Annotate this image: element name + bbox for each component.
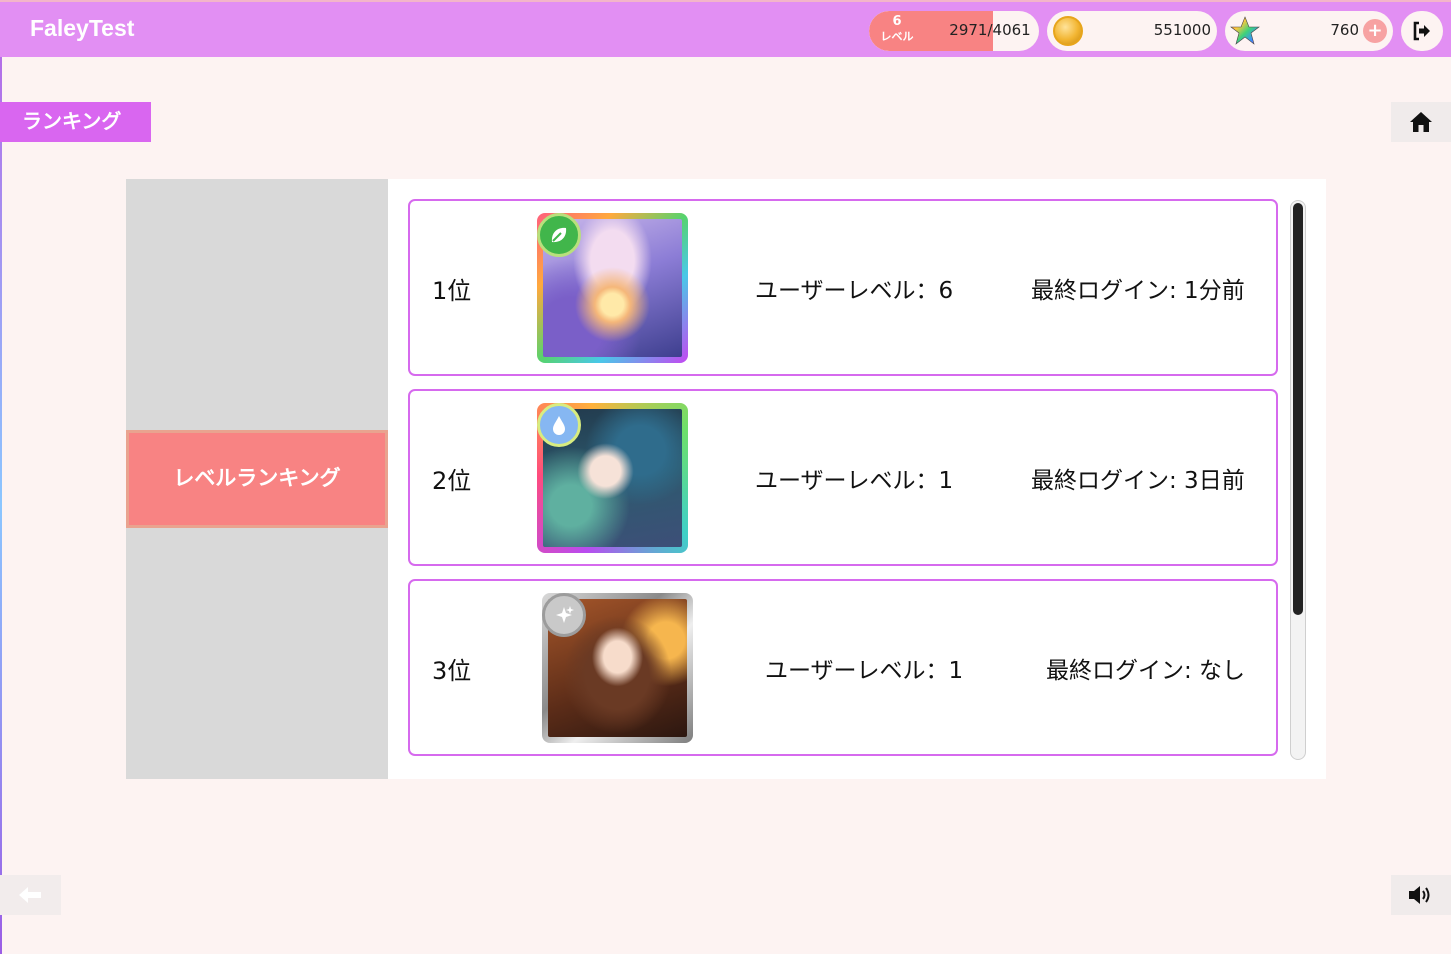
rank-position: 1位: [432, 277, 472, 305]
level-value: 6: [892, 14, 902, 29]
home-icon: [1410, 112, 1432, 132]
ranking-row[interactable]: 2位 ユーザーレベル：1 最終ログイン: 3日前: [408, 389, 1278, 566]
ranking-panel: レベルランキング 1位 ユーザーレベル：6 最終ログイン: 1分前 2位 ユーザ…: [126, 179, 1326, 779]
last-login: 最終ログイン: なし: [1046, 658, 1246, 684]
user-level: ユーザーレベル：6: [755, 278, 954, 304]
coin-counter: 551000: [1047, 11, 1217, 51]
arrow-left-icon: [19, 887, 41, 903]
level-progress-pill: 6 レベル 2971/4061: [869, 11, 1039, 51]
last-login: 最終ログイン: 1分前: [1031, 278, 1245, 304]
star-value: 760: [1330, 21, 1359, 39]
scrollbar-thumb[interactable]: [1293, 203, 1303, 615]
user-avatar[interactable]: [542, 593, 693, 743]
logout-icon: [1413, 21, 1430, 41]
level-xp-text: 2971/4061: [949, 21, 1031, 39]
user-level: ユーザーレベル：1: [755, 468, 954, 494]
ranking-list: 1位 ユーザーレベル：6 最終ログイン: 1分前 2位 ユーザーレベル：1 最終…: [388, 179, 1326, 779]
last-login: 最終ログイン: 3日前: [1031, 468, 1245, 494]
sparkle-icon: [542, 593, 586, 637]
tab-level-ranking[interactable]: レベルランキング: [126, 430, 388, 528]
ranking-row[interactable]: 1位 ユーザーレベル：6 最終ログイン: 1分前: [408, 199, 1278, 376]
user-avatar[interactable]: [537, 403, 688, 553]
user-level: ユーザーレベル：1: [765, 658, 964, 684]
speaker-icon: [1409, 886, 1430, 904]
left-edge-accent: [0, 56, 2, 954]
home-button[interactable]: [1391, 102, 1451, 142]
sound-toggle-button[interactable]: [1391, 875, 1451, 915]
add-stars-button[interactable]: +: [1363, 19, 1387, 43]
rainbow-star-icon: [1230, 16, 1260, 45]
star-counter: 760 +: [1225, 11, 1393, 51]
ranking-scrollbar[interactable]: [1290, 200, 1306, 760]
water-drop-icon: [537, 403, 581, 447]
top-header: FaleyTest 6 レベル 2971/4061 551000 760 +: [0, 0, 1451, 57]
app-title: FaleyTest: [30, 15, 135, 41]
leaf-icon: [537, 213, 581, 257]
user-avatar[interactable]: [537, 213, 688, 363]
ranking-side-menu: レベルランキング: [126, 179, 388, 779]
level-label: レベル: [880, 30, 914, 43]
rank-position: 3位: [432, 657, 472, 685]
coin-value: 551000: [1153, 21, 1211, 39]
back-button[interactable]: [0, 875, 61, 915]
page-title: ランキング: [0, 102, 151, 142]
coin-icon: [1053, 16, 1083, 46]
logout-button[interactable]: [1401, 11, 1443, 51]
rank-position: 2位: [432, 467, 472, 495]
ranking-row[interactable]: 3位 ユーザーレベル：1 最終ログイン: なし: [408, 579, 1278, 756]
